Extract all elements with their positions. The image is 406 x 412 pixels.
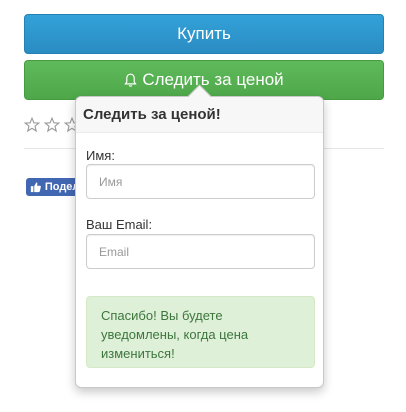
star-icon[interactable] — [24, 117, 40, 133]
thumbs-up-icon — [30, 182, 41, 193]
price-watch-popover: Следить за ценой! Имя: Ваш Email: Спасиб… — [75, 84, 324, 388]
bell-icon — [124, 73, 137, 87]
buy-button[interactable]: Купить — [24, 14, 384, 54]
rating-stars[interactable] — [24, 117, 80, 133]
name-label: Имя: — [86, 148, 115, 163]
name-input[interactable] — [86, 164, 315, 199]
email-input[interactable] — [86, 234, 315, 269]
email-label: Ваш Email: — [86, 217, 153, 232]
watch-price-button-label: Следить за ценой — [142, 70, 284, 89]
popover-title: Следить за ценой! — [76, 97, 323, 133]
buy-button-label: Купить — [177, 24, 231, 43]
success-alert: Спасибо! Вы будете уведомлены, когда цен… — [86, 296, 315, 368]
star-icon[interactable] — [44, 117, 60, 133]
